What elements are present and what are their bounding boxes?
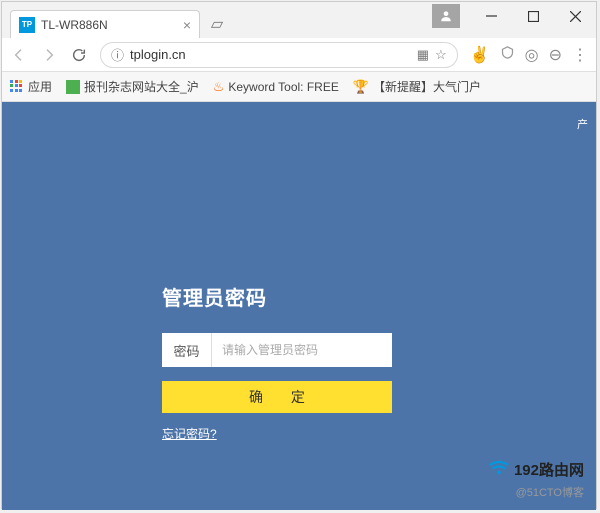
watermark-brand: 192路由网 <box>514 459 584 480</box>
password-row: 密码 <box>162 333 392 367</box>
bookmark-item[interactable]: 🏆 【新提醒】大气门户 <box>353 78 481 95</box>
maximize-button[interactable] <box>512 2 554 30</box>
qr-icon[interactable]: ▦ <box>417 47 429 63</box>
bookmarks-bar: 应用 报刊杂志网站大全_沪 ♨ Keyword Tool: FREE 🏆 【新提… <box>2 72 596 102</box>
extension-icon-2[interactable] <box>500 45 515 65</box>
new-tab-button[interactable]: ▱ <box>206 14 228 34</box>
user-badge-icon[interactable] <box>432 4 460 28</box>
tab-title: TL-WR886N <box>41 18 108 32</box>
site-info-icon[interactable]: ⓘ <box>111 45 124 64</box>
address-bar: ⓘ tplogin.cn ▦ ☆ ✌ ◎ ⊖ ⋮ <box>2 38 596 72</box>
reload-button[interactable] <box>70 47 88 63</box>
watermark-sub: @51CTO博客 <box>488 484 584 500</box>
url-field[interactable]: ⓘ tplogin.cn ▦ ☆ <box>100 42 458 68</box>
watermark: 192路由网 @51CTO博客 <box>488 458 584 500</box>
forgot-password-link[interactable]: 忘记密码? <box>162 425 217 442</box>
url-text: tplogin.cn <box>130 47 417 62</box>
panel-title: 管理员密码 <box>162 282 392 311</box>
bookmark-item[interactable]: ♨ Keyword Tool: FREE <box>213 79 339 95</box>
minimize-button[interactable] <box>470 2 512 30</box>
bookmark-label: Keyword Tool: FREE <box>228 80 339 94</box>
extension-icon-1[interactable]: ✌ <box>470 45 490 65</box>
menu-button[interactable]: ⋮ <box>572 45 588 65</box>
back-button[interactable] <box>10 47 28 63</box>
page-content: 产 管理员密码 密码 确 定 忘记密码? 192路由网 @51CTO博客 <box>2 102 596 510</box>
login-panel: 管理员密码 密码 确 定 忘记密码? <box>162 282 392 443</box>
bookmark-item[interactable]: 报刊杂志网站大全_沪 <box>66 78 199 95</box>
password-label: 密码 <box>162 333 212 367</box>
bookmark-label: 报刊杂志网站大全_沪 <box>84 78 199 95</box>
confirm-button[interactable]: 确 定 <box>162 381 392 413</box>
extension-icon-4[interactable]: ⊖ <box>549 45 562 65</box>
bookmark-label: 【新提醒】大气门户 <box>373 78 481 95</box>
bookmark-icon <box>66 80 80 94</box>
forward-button[interactable] <box>40 47 58 63</box>
browser-tab[interactable]: TP TL-WR886N × <box>10 10 200 38</box>
trophy-icon: 🏆 <box>353 79 369 95</box>
flame-icon: ♨ <box>213 79 225 95</box>
password-input[interactable] <box>212 333 392 367</box>
apps-icon <box>10 80 24 94</box>
extension-icon-3[interactable]: ◎ <box>525 45 539 65</box>
wifi-icon <box>488 458 510 481</box>
top-right-text[interactable]: 产 <box>577 116 588 132</box>
bookmark-star-icon[interactable]: ☆ <box>435 47 447 63</box>
close-button[interactable] <box>554 2 596 30</box>
apps-shortcut[interactable]: 应用 <box>10 78 52 95</box>
bookmark-label: 应用 <box>28 78 52 95</box>
favicon-icon: TP <box>19 17 35 33</box>
tab-close-icon[interactable]: × <box>183 17 191 33</box>
